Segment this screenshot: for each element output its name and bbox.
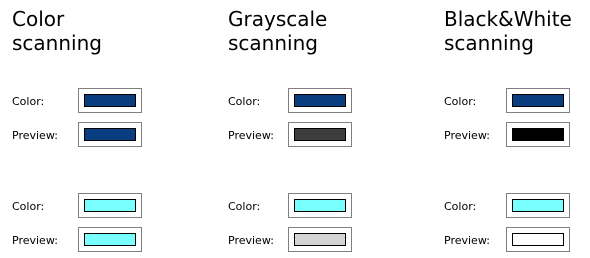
color-row: Color: — [228, 193, 418, 221]
color-swatch — [512, 199, 564, 212]
color-row: Color: — [228, 88, 418, 116]
preview-swatch — [512, 233, 564, 246]
row-label: Preview: — [228, 129, 274, 142]
row-label: Preview: — [228, 234, 274, 247]
color-swatch-button[interactable] — [506, 193, 570, 218]
black-and-white-scanning-column: Black&White scanning Color: Preview: Col… — [444, 0, 590, 258]
preview-swatch-frame — [506, 227, 570, 252]
row-label: Preview: — [444, 129, 490, 142]
preview-swatch — [84, 233, 136, 246]
preview-row: Preview: — [12, 122, 202, 150]
row-label: Color: — [444, 200, 477, 213]
color-swatch — [294, 199, 346, 212]
preview-row: Preview: — [444, 227, 590, 255]
row-label: Preview: — [444, 234, 490, 247]
preview-row: Preview: — [12, 227, 202, 255]
color-scanning-column: Color scanning Color: Preview: Color: Pr… — [12, 0, 202, 258]
color-swatch — [512, 94, 564, 107]
color-row: Color: — [12, 193, 202, 221]
color-swatch — [84, 199, 136, 212]
color-swatch — [294, 94, 346, 107]
color-swatch-button[interactable] — [288, 88, 352, 113]
preview-swatch-frame — [288, 227, 352, 252]
column-title: Black&White scanning — [444, 7, 572, 55]
color-swatch — [84, 94, 136, 107]
preview-swatch-frame — [288, 122, 352, 147]
color-row: Color: — [444, 193, 590, 221]
preview-row: Preview: — [444, 122, 590, 150]
color-swatch-button[interactable] — [78, 88, 142, 113]
preview-row: Preview: — [228, 122, 418, 150]
preview-swatch-frame — [78, 227, 142, 252]
row-label: Color: — [228, 200, 261, 213]
row-label: Preview: — [12, 234, 58, 247]
grayscale-scanning-column: Grayscale scanning Color: Preview: Color… — [228, 0, 418, 258]
color-swatch-button[interactable] — [288, 193, 352, 218]
row-label: Preview: — [12, 129, 58, 142]
preview-swatch — [294, 128, 346, 141]
preview-swatch — [84, 128, 136, 141]
row-label: Color: — [228, 95, 261, 108]
row-label: Color: — [12, 95, 45, 108]
color-swatch-button[interactable] — [78, 193, 142, 218]
preview-swatch-frame — [506, 122, 570, 147]
preview-swatch-frame — [78, 122, 142, 147]
preview-swatch — [512, 128, 564, 141]
row-label: Color: — [12, 200, 45, 213]
preview-swatch — [294, 233, 346, 246]
preview-row: Preview: — [228, 227, 418, 255]
row-label: Color: — [444, 95, 477, 108]
color-swatch-button[interactable] — [506, 88, 570, 113]
color-row: Color: — [12, 88, 202, 116]
column-title: Color scanning — [12, 7, 102, 55]
column-title: Grayscale scanning — [228, 7, 328, 55]
color-row: Color: — [444, 88, 590, 116]
